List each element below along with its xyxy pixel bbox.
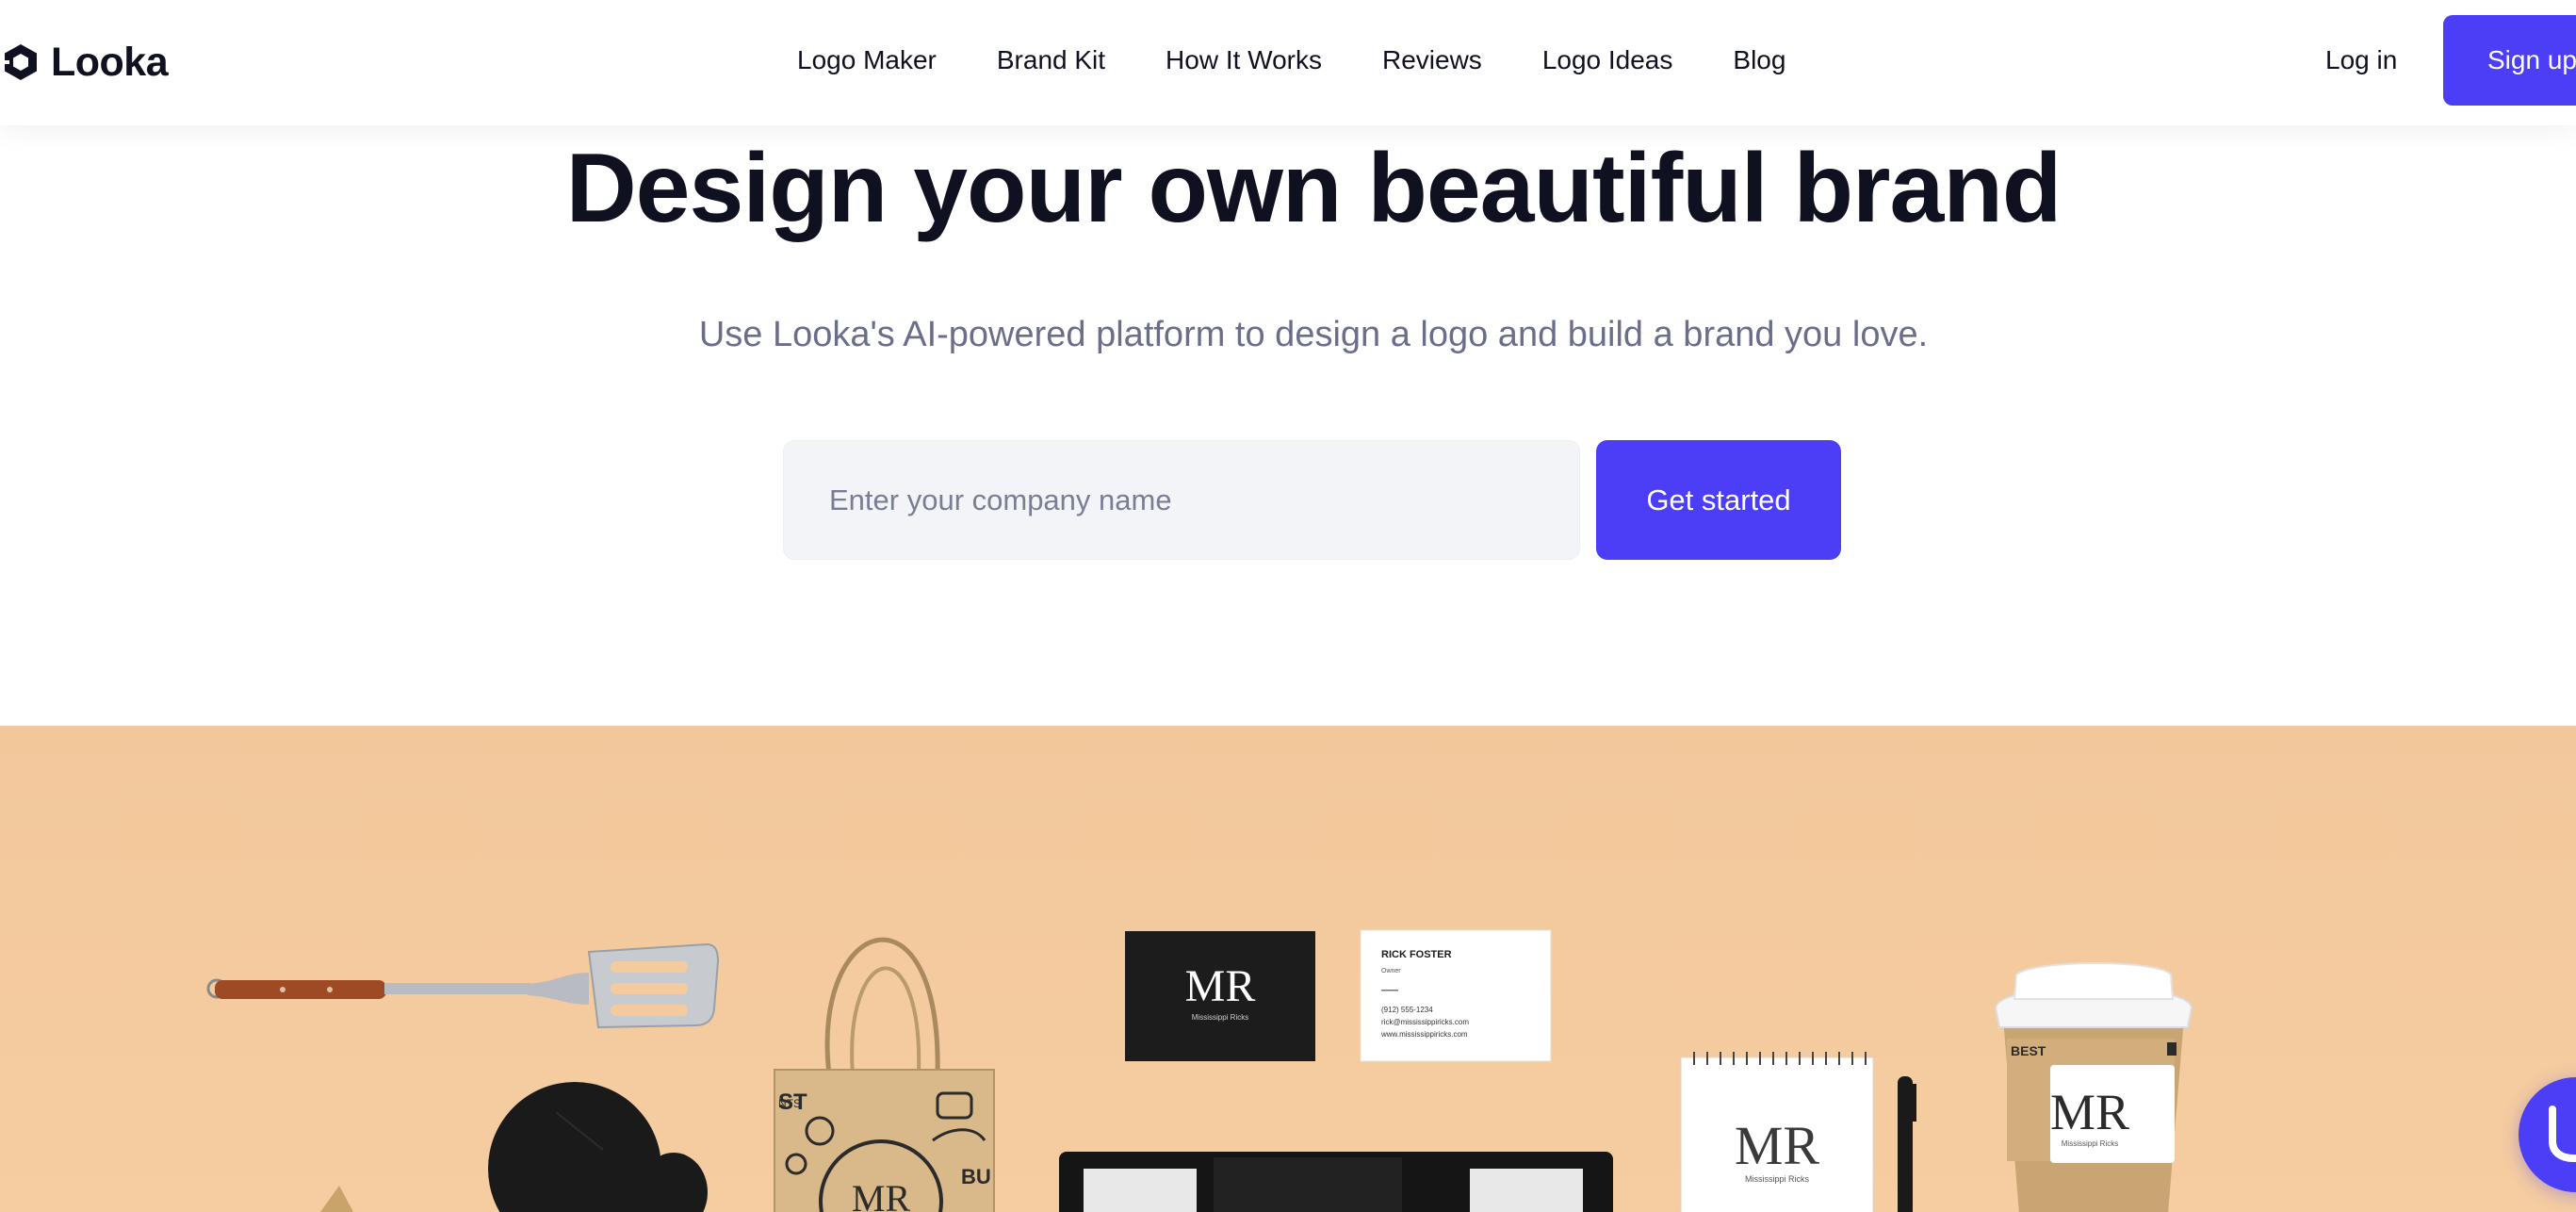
bag-text-nts: NTS	[778, 1097, 801, 1110]
coffee-cup-image: BEST MR Mississippi Ricks	[1994, 962, 2193, 1212]
brand-name: Looka	[51, 39, 169, 85]
nav-reviews[interactable]: Reviews	[1382, 41, 1482, 79]
card-contact-name: RICK FOSTER	[1381, 949, 1452, 960]
nav-brand-kit[interactable]: Brand Kit	[997, 41, 1105, 79]
brand-mockup-showcase: ST NTS BU MR MR Mississippi Ricks RICK F…	[0, 726, 2576, 1212]
pen-image	[1898, 1076, 1916, 1212]
mockup-illustration: ST NTS BU MR MR Mississippi Ricks RICK F…	[206, 929, 2193, 1212]
white-business-card-image: RICK FOSTER Owner (912) 555-1234 rick@mi…	[1360, 929, 1552, 1062]
nav-blog[interactable]: Blog	[1733, 41, 1785, 79]
cup-brand-name: Mississippi Ricks	[2062, 1139, 2118, 1148]
bag-monogram: MR	[852, 1177, 911, 1212]
nav-logo-maker[interactable]: Logo Maker	[797, 41, 937, 79]
brand-logo[interactable]: Looka	[0, 34, 169, 90]
spatula-image	[206, 942, 720, 1029]
oven-mitt-image	[488, 1082, 708, 1212]
card-contact-email: rick@mississippiricks.com	[1381, 1018, 1469, 1026]
cup-monogram: MR	[2050, 1084, 2129, 1140]
hero-title: Design your own beautiful brand	[565, 134, 2062, 243]
card-contact-website: www.mississippiricks.com	[1380, 1030, 1468, 1039]
get-started-button[interactable]: Get started	[1596, 440, 1841, 560]
nav-logo-ideas[interactable]: Logo Ideas	[1542, 41, 1673, 79]
login-link[interactable]: Log in	[2325, 41, 2397, 79]
looka-logo-icon	[0, 44, 37, 80]
company-name-input[interactable]	[783, 440, 1580, 560]
notepad-brand-name: Mississippi Ricks	[1745, 1174, 1810, 1184]
bag-text-bu: BU	[961, 1165, 991, 1188]
chat-icon	[2549, 1106, 2576, 1162]
site-header: Looka Logo Maker Brand Kit How It Works …	[0, 0, 2576, 125]
wood-utensil-image	[320, 1186, 353, 1212]
card-contact-phone: (912) 555-1234	[1381, 1006, 1433, 1014]
hero-subtitle: Use Looka's AI-powered platform to desig…	[698, 315, 1929, 354]
card-contact-role: Owner	[1381, 968, 1401, 975]
folder-image	[1059, 1152, 1613, 1212]
card-monogram: MR	[1185, 961, 1256, 1011]
main-nav: Logo Maker Brand Kit How It Works Review…	[797, 41, 1785, 79]
black-business-card-image: MR Mississippi Ricks	[1125, 931, 1315, 1061]
nav-how-it-works[interactable]: How It Works	[1166, 41, 1322, 79]
cup-text-best: BEST	[2011, 1043, 2046, 1058]
notepad-monogram: MR	[1735, 1115, 1820, 1176]
paper-bag-image: ST NTS BU MR	[774, 937, 995, 1212]
notepad-image: MR Mississippi Ricks	[1680, 1052, 1874, 1212]
signup-button[interactable]: Sign up	[2443, 15, 2576, 106]
card-brand-name: Mississippi Ricks	[1192, 1013, 1248, 1022]
